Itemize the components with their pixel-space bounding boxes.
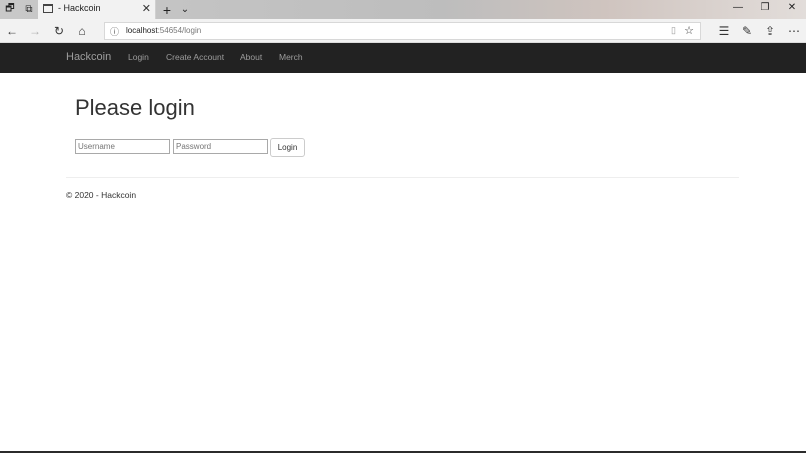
more-dots-icon[interactable]: ⋯ xyxy=(786,23,802,39)
refresh-icon[interactable]: ↻ xyxy=(51,23,67,39)
windows-icon[interactable]: 🗗 xyxy=(2,2,18,17)
browser-title-bar: 🗗 ⧉ - Hackcoin ✕ + ⌄ — ❐ ✕ xyxy=(0,0,806,19)
chevron-down-icon[interactable]: ⌄ xyxy=(177,2,193,17)
browser-tab[interactable]: - Hackcoin ✕ xyxy=(38,0,156,19)
restore-icon[interactable]: ❐ xyxy=(757,2,773,13)
nav-link-create-account[interactable]: Create Account xyxy=(166,52,224,62)
window-close-icon[interactable]: ✕ xyxy=(784,2,800,13)
minimize-icon[interactable]: — xyxy=(730,2,746,13)
username-input[interactable] xyxy=(75,139,170,154)
share-icon[interactable]: ⇪ xyxy=(762,23,778,39)
page-icon xyxy=(43,4,53,13)
login-button[interactable]: Login xyxy=(270,138,305,157)
close-icon[interactable]: ✕ xyxy=(142,2,151,15)
site-navbar: Hackcoin Login Create Account About Merc… xyxy=(0,43,806,73)
favorites-list-icon[interactable]: ☰ xyxy=(716,23,732,39)
password-input[interactable] xyxy=(173,139,268,154)
pen-icon[interactable]: ✎ xyxy=(739,23,755,39)
page-title: Please login xyxy=(75,95,195,120)
url-text[interactable]: localhost:54654/login xyxy=(126,26,201,35)
nav-link-merch[interactable]: Merch xyxy=(279,52,303,62)
nav-link-login[interactable]: Login xyxy=(128,52,149,62)
forward-arrow-icon[interactable]: → xyxy=(27,23,43,39)
browser-toolbar: ← → ↻ ⌂ ⓘ localhost:54654/login ▯ ☆ ☰ ✎ … xyxy=(0,19,806,43)
divider xyxy=(66,177,739,178)
home-icon[interactable]: ⌂ xyxy=(74,23,90,39)
tab-preview-icon[interactable]: ⧉ xyxy=(21,2,37,17)
footer-text: © 2020 - Hackcoin xyxy=(66,190,137,200)
nav-link-about[interactable]: About xyxy=(240,52,262,62)
brand-link[interactable]: Hackcoin xyxy=(66,51,111,63)
info-icon[interactable]: ⓘ xyxy=(110,25,119,38)
book-icon[interactable]: ▯ xyxy=(671,25,676,36)
tab-title: - Hackcoin xyxy=(58,3,101,13)
star-icon[interactable]: ☆ xyxy=(684,24,694,37)
plus-icon[interactable]: + xyxy=(159,2,175,18)
address-bar[interactable]: ⓘ localhost:54654/login ▯ ☆ xyxy=(104,22,701,40)
back-arrow-icon[interactable]: ← xyxy=(4,23,20,39)
